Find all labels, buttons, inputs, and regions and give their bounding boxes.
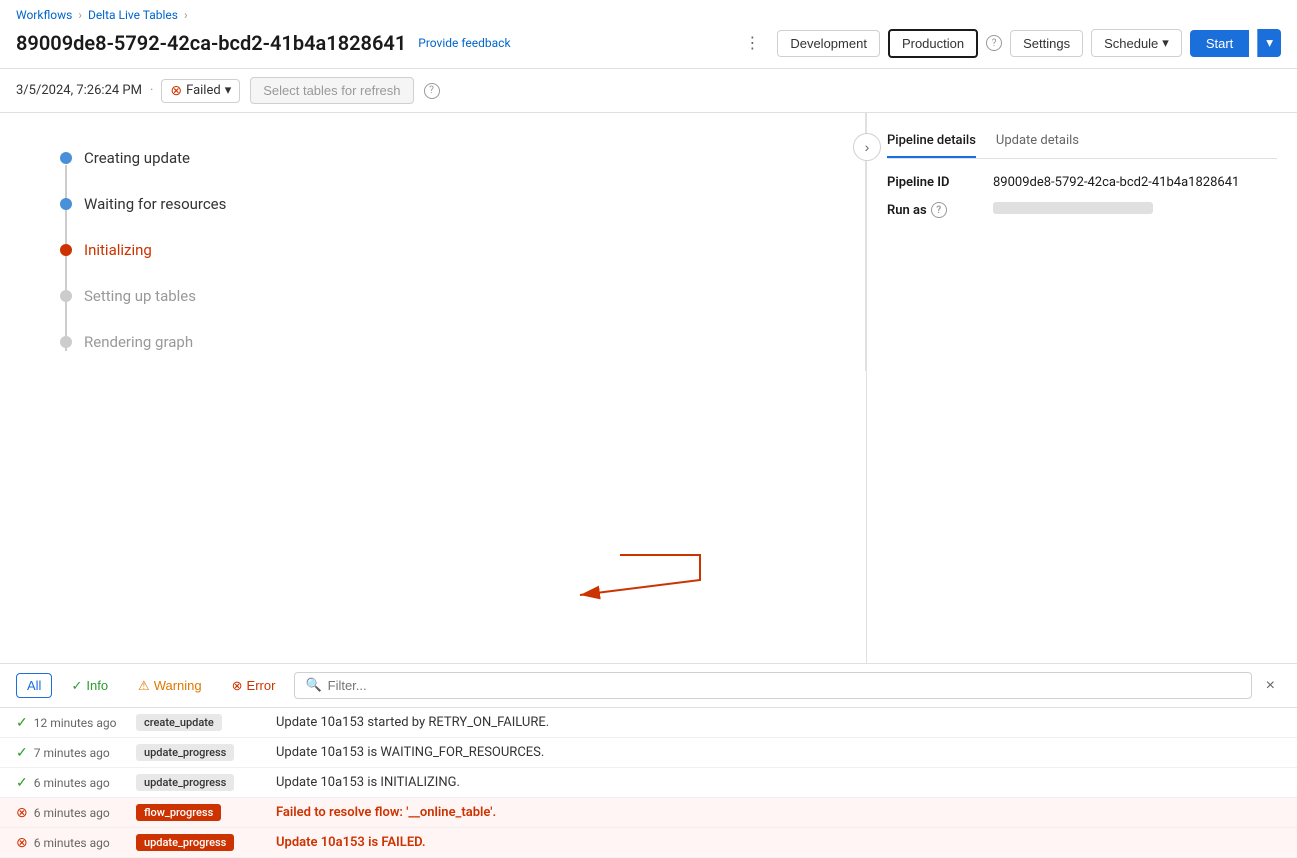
toggle-panel-button[interactable]: ›: [853, 133, 881, 161]
status-icon-ok-2: ✓: [16, 745, 28, 761]
filter-info-button[interactable]: ✓ Info: [60, 673, 119, 699]
run-date: 3/5/2024, 7:26:24 PM: [16, 83, 142, 98]
filter-info-label: Info: [86, 678, 108, 693]
log-toolbar: All ✓ Info ⚠ Warning ⊗ Error 🔍 ×: [0, 664, 1297, 708]
schedule-chevron: ▾: [1162, 35, 1169, 51]
type-badge-4: flow_progress: [136, 804, 221, 821]
details-panel: Pipeline details Update details Pipeline…: [867, 113, 1297, 663]
pipeline-id-title: 89009de8-5792-42ca-bcd2-41b4a1828641: [16, 31, 406, 55]
pipeline-id-label: Pipeline ID: [887, 175, 977, 190]
settings-button[interactable]: Settings: [1010, 30, 1083, 57]
filter-all-button[interactable]: All: [16, 673, 52, 698]
step-dot-setup: [60, 290, 72, 302]
tab-pipeline-details[interactable]: Pipeline details: [887, 129, 976, 158]
failed-chevron: ▾: [225, 83, 232, 98]
tab-update-details[interactable]: Update details: [996, 129, 1079, 158]
run-as-value: [993, 202, 1153, 214]
breadcrumb-sep2: ›: [184, 8, 188, 22]
filter-error-button[interactable]: ⊗ Error: [221, 673, 287, 699]
log-time-5: ⊗ 6 minutes ago: [16, 835, 136, 851]
pipeline-id-row: Pipeline ID 89009de8-5792-42ca-bcd2-41b4…: [887, 175, 1277, 190]
breadcrumb-sep1: ›: [78, 8, 82, 22]
log-msg-4: Failed to resolve flow: '__online_table'…: [276, 805, 1281, 820]
log-row: ✓ 12 minutes ago create_update Update 10…: [0, 708, 1297, 738]
log-msg-1: Update 10a153 started by RETRY_ON_FAILUR…: [276, 715, 1281, 730]
pipeline-id-value: 89009de8-5792-42ca-bcd2-41b4a1828641: [993, 175, 1239, 190]
step-label-init: Initializing: [84, 241, 152, 259]
filter-all-label: All: [27, 678, 41, 693]
more-options-button[interactable]: ⋮: [735, 28, 769, 58]
step-dot-creating: [60, 152, 72, 164]
type-badge-2: update_progress: [136, 744, 234, 761]
status-icon-ok-1: ✓: [16, 715, 28, 731]
status-icon-err-4: ⊗: [16, 805, 28, 821]
step-label-setup: Setting up tables: [84, 287, 196, 305]
filter-error-label: Error: [247, 678, 276, 693]
status-icon-err-5: ⊗: [16, 835, 28, 851]
select-tables-button[interactable]: Select tables for refresh: [250, 77, 413, 104]
schedule-button[interactable]: Schedule ▾: [1091, 29, 1182, 57]
log-rows: ✓ 12 minutes ago create_update Update 10…: [0, 708, 1297, 858]
log-section: All ✓ Info ⚠ Warning ⊗ Error 🔍 × ✓ 12 mi…: [0, 663, 1297, 858]
log-type-5: update_progress: [136, 834, 276, 851]
steps-panel: › Creating update Waiting for resources: [0, 113, 866, 371]
log-time-4: ⊗ 6 minutes ago: [16, 805, 136, 821]
log-msg-3: Update 10a153 is INITIALIZING.: [276, 775, 1281, 790]
log-time-1: ✓ 12 minutes ago: [16, 715, 136, 731]
step-dot-init: [60, 244, 72, 256]
step-dot-waiting: [60, 198, 72, 210]
failed-badge[interactable]: ⊗ Failed ▾: [161, 79, 240, 103]
type-badge-3: update_progress: [136, 774, 234, 791]
run-as-info-icon[interactable]: ?: [931, 202, 947, 218]
development-button[interactable]: Development: [777, 30, 880, 57]
start-caret-button[interactable]: ▾: [1257, 29, 1281, 57]
start-button[interactable]: Start: [1190, 30, 1249, 57]
search-icon: 🔍: [305, 678, 321, 693]
step-label-waiting: Waiting for resources: [84, 195, 226, 213]
feedback-link[interactable]: Provide feedback: [418, 36, 510, 50]
run-as-row: Run as ?: [887, 202, 1277, 218]
log-row-error-2: ⊗ 6 minutes ago update_progress Update 1…: [0, 828, 1297, 858]
log-msg-5: Update 10a153 is FAILED.: [276, 835, 1281, 850]
type-badge-5: update_progress: [136, 834, 234, 851]
step-label-creating: Creating update: [84, 149, 190, 167]
close-log-button[interactable]: ×: [1260, 675, 1281, 697]
run-as-label: Run as ?: [887, 202, 977, 218]
log-row: ✓ 6 minutes ago update_progress Update 1…: [0, 768, 1297, 798]
step-label-render: Rendering graph: [84, 333, 193, 351]
log-msg-2: Update 10a153 is WAITING_FOR_RESOURCES.: [276, 745, 1281, 760]
log-type-4: flow_progress: [136, 804, 276, 821]
filter-warning-button[interactable]: ⚠ Warning: [127, 673, 213, 699]
env-info-icon[interactable]: ?: [986, 35, 1002, 51]
type-badge-1: create_update: [136, 714, 222, 731]
toolbar: 3/5/2024, 7:26:24 PM · ⊗ Failed ▾ Select…: [0, 69, 1297, 113]
log-type-2: update_progress: [136, 744, 276, 761]
run-info: 3/5/2024, 7:26:24 PM · ⊗ Failed ▾: [16, 79, 240, 103]
schedule-label: Schedule: [1104, 36, 1158, 51]
failed-icon: ⊗: [170, 83, 182, 99]
log-time-3: ✓ 6 minutes ago: [16, 775, 136, 791]
separator-dot: ·: [150, 83, 153, 98]
redacted-username: [993, 202, 1153, 214]
failed-label: Failed: [186, 83, 221, 98]
log-row: ✓ 7 minutes ago update_progress Update 1…: [0, 738, 1297, 768]
log-row-error-1: ⊗ 6 minutes ago flow_progress Failed to …: [0, 798, 1297, 828]
log-type-3: update_progress: [136, 774, 276, 791]
breadcrumb-workflows[interactable]: Workflows: [16, 8, 72, 22]
breadcrumb-delta[interactable]: Delta Live Tables: [88, 8, 178, 22]
breadcrumb: Workflows › Delta Live Tables ›: [16, 8, 1281, 22]
step-dot-render: [60, 336, 72, 348]
status-icon-ok-3: ✓: [16, 775, 28, 791]
select-tables-info-icon[interactable]: ?: [424, 83, 440, 99]
details-tabs: Pipeline details Update details: [887, 129, 1277, 159]
log-type-1: create_update: [136, 714, 276, 731]
filter-warning-label: Warning: [154, 678, 202, 693]
production-button[interactable]: Production: [888, 29, 978, 58]
filter-input[interactable]: [328, 678, 1241, 693]
log-time-2: ✓ 7 minutes ago: [16, 745, 136, 761]
filter-input-wrap: 🔍: [294, 672, 1251, 699]
